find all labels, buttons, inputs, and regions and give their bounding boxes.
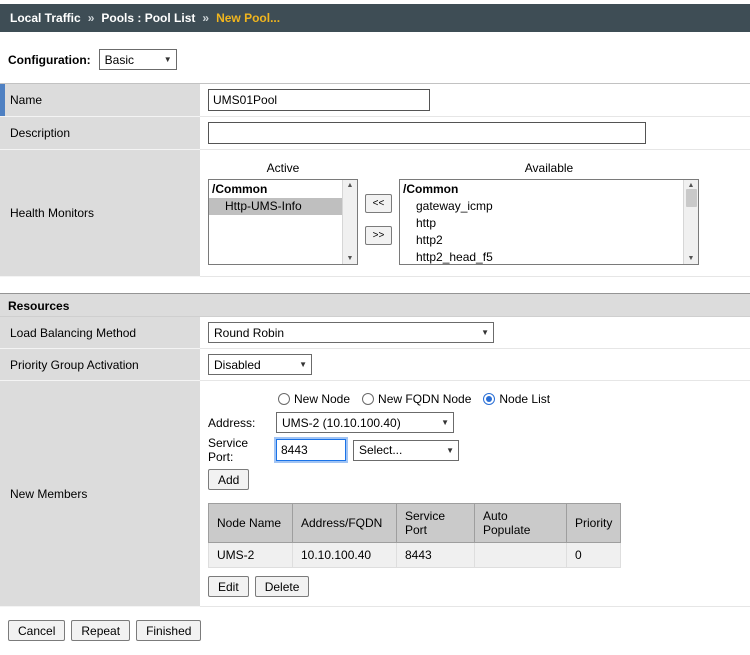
breadcrumb-new-pool: New Pool...	[216, 11, 280, 25]
list-item[interactable]: http2_head_f5	[400, 249, 683, 265]
radio-label: New Node	[294, 392, 350, 406]
select-value: Select...	[359, 443, 402, 457]
list-item[interactable]: gateway_icmp	[400, 198, 683, 215]
address-label: Address:	[208, 416, 276, 430]
select-value: Disabled	[214, 358, 261, 372]
form-row-new-members: New Members New Node New FQDN Node Node …	[0, 381, 750, 607]
chevron-down-icon: ▼	[446, 446, 454, 455]
configuration-label: Configuration:	[8, 53, 91, 67]
select-value: UMS-2 (10.10.100.40)	[282, 416, 401, 430]
chevron-down-icon: ▼	[299, 360, 307, 369]
name-label: Name	[0, 84, 200, 117]
scrollbar[interactable]: ▲ ▼	[342, 180, 357, 264]
partition-group-label: /Common	[209, 181, 342, 198]
address-cell: 10.10.100.40	[293, 543, 397, 568]
resources-section-header: Resources	[0, 293, 750, 317]
description-label: Description	[0, 117, 200, 150]
scroll-up-icon[interactable]: ▲	[347, 182, 354, 189]
cancel-button[interactable]: Cancel	[8, 620, 65, 641]
service-port-select[interactable]: Select... ▼	[353, 440, 459, 461]
active-monitors-listbox[interactable]: /Common Http-UMS-Info ▲ ▼	[208, 179, 358, 265]
priority-cell: 0	[567, 543, 621, 568]
form-row-priority-group: Priority Group Activation Disabled ▼	[0, 349, 750, 381]
priority-group-label: Priority Group Activation	[0, 349, 200, 381]
list-item[interactable]: Http-UMS-Info	[209, 198, 342, 215]
radio-node-list[interactable]: Node List	[483, 392, 550, 406]
list-item[interactable]: http2	[400, 232, 683, 249]
add-button[interactable]: Add	[208, 469, 249, 490]
configuration-select[interactable]: Basic ▼	[99, 49, 177, 70]
health-monitors-label: Health Monitors	[0, 150, 200, 277]
move-to-active-button[interactable]: <<	[365, 194, 392, 213]
select-value: Round Robin	[214, 326, 284, 340]
scroll-down-icon[interactable]: ▼	[688, 255, 695, 262]
radio-label: Node List	[499, 392, 550, 406]
finished-button[interactable]: Finished	[136, 620, 201, 641]
radio-icon	[278, 393, 290, 405]
form-row-description: Description	[0, 117, 750, 150]
chevron-down-icon: ▼	[164, 55, 172, 64]
available-monitors-listbox[interactable]: /Common gateway_icmp http http2 http2_he…	[399, 179, 699, 265]
resources-form: Load Balancing Method Round Robin ▼ Prio…	[0, 317, 750, 607]
repeat-button[interactable]: Repeat	[71, 620, 130, 641]
node-name-cell: UMS-2	[209, 543, 293, 568]
form-row-load-balancing: Load Balancing Method Round Robin ▼	[0, 317, 750, 349]
service-port-cell: 8443	[397, 543, 475, 568]
radio-checked-icon	[483, 393, 495, 405]
delete-button[interactable]: Delete	[255, 576, 310, 597]
column-header: Address/FQDN	[293, 504, 397, 543]
partition-group-label: /Common	[400, 181, 683, 198]
new-members-label: New Members	[0, 381, 200, 607]
load-balancing-select[interactable]: Round Robin ▼	[208, 322, 494, 343]
service-port-label: Service Port:	[208, 436, 276, 464]
breadcrumb: Local Traffic » Pools : Pool List » New …	[0, 4, 750, 32]
select-value: Basic	[105, 53, 134, 67]
move-to-available-button[interactable]: >>	[365, 226, 392, 245]
auto-populate-cell	[475, 543, 567, 568]
form-row-name: Name	[0, 84, 750, 117]
column-header: Priority	[567, 504, 621, 543]
priority-group-select[interactable]: Disabled ▼	[208, 354, 312, 375]
radio-new-fqdn-node[interactable]: New FQDN Node	[362, 392, 471, 406]
breadcrumb-local-traffic[interactable]: Local Traffic	[10, 11, 81, 25]
active-column-header: Active	[208, 159, 358, 179]
breadcrumb-separator-icon: »	[202, 11, 209, 25]
configuration-row: Configuration: Basic ▼	[0, 32, 750, 83]
edit-button[interactable]: Edit	[208, 576, 249, 597]
load-balancing-label: Load Balancing Method	[0, 317, 200, 349]
members-table: Node Name Address/FQDN Service Port Auto…	[208, 503, 621, 568]
address-select[interactable]: UMS-2 (10.10.100.40) ▼	[276, 412, 454, 433]
chevron-down-icon: ▼	[441, 418, 449, 427]
scrollbar[interactable]: ▲ ▼	[683, 180, 698, 264]
column-header: Service Port	[397, 504, 475, 543]
radio-new-node[interactable]: New Node	[278, 392, 350, 406]
column-header: Node Name	[209, 504, 293, 543]
breadcrumb-separator-icon: »	[88, 11, 95, 25]
form-row-health-monitors: Health Monitors Active /Common Http-UMS-…	[0, 150, 750, 277]
scroll-up-icon[interactable]: ▲	[688, 182, 695, 189]
members-table-header-row: Node Name Address/FQDN Service Port Auto…	[209, 504, 621, 543]
scrollbar-thumb[interactable]	[686, 189, 697, 207]
radio-icon	[362, 393, 374, 405]
chevron-down-icon: ▼	[481, 328, 489, 337]
form-footer: Cancel Repeat Finished	[8, 620, 750, 641]
table-row[interactable]: UMS-2 10.10.100.40 8443 0	[209, 543, 621, 568]
description-input[interactable]	[208, 122, 646, 144]
available-column-header: Available	[399, 159, 699, 179]
breadcrumb-pool-list[interactable]: Pools : Pool List	[101, 11, 195, 25]
pool-form: Name Description Health Monitors Active	[0, 83, 750, 277]
scroll-down-icon[interactable]: ▼	[347, 255, 354, 262]
name-input[interactable]	[208, 89, 430, 111]
column-header: Auto Populate	[475, 504, 567, 543]
list-item[interactable]: http	[400, 215, 683, 232]
service-port-input[interactable]	[276, 439, 346, 461]
radio-label: New FQDN Node	[378, 392, 471, 406]
